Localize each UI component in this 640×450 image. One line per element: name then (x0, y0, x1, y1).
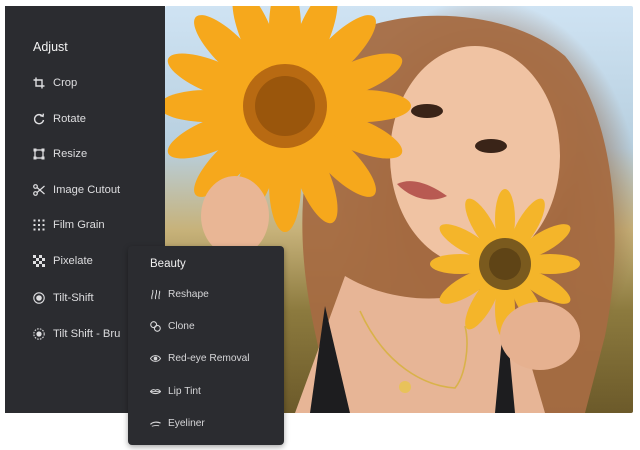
pixelate-icon (33, 255, 45, 267)
scissors-icon (33, 184, 45, 196)
tilt-shift-icon (33, 292, 45, 304)
beauty-panel: Beauty Reshape Clone Red-eye Removal Lip… (128, 246, 284, 445)
adjust-title: Adjust (33, 40, 68, 54)
eye-icon (150, 354, 161, 362)
tool-tilt-shift[interactable]: Tilt-Shift (33, 288, 94, 308)
tool-image-cutout[interactable]: Image Cutout (33, 180, 120, 200)
tool-reshape[interactable]: Reshape (150, 285, 209, 303)
tool-label: Clone (168, 320, 195, 332)
tool-eyeliner[interactable]: Eyeliner (150, 414, 205, 432)
beauty-title: Beauty (150, 258, 186, 270)
grain-icon (33, 219, 45, 231)
tool-label: Red-eye Removal (168, 352, 250, 364)
tool-pixelate[interactable]: Pixelate (33, 251, 93, 271)
reshape-icon (151, 289, 161, 299)
tool-film-grain[interactable]: Film Grain (33, 215, 105, 235)
tool-label: Rotate (53, 113, 86, 125)
tool-label: Pixelate (53, 255, 93, 267)
tool-label: Tilt-Shift (53, 292, 94, 304)
tool-red-eye-removal[interactable]: Red-eye Removal (150, 349, 250, 367)
tilt-shift-brush-icon (33, 328, 45, 340)
tool-resize[interactable]: Resize (33, 144, 87, 164)
lips-icon (150, 388, 161, 394)
tool-label: Lip Tint (168, 385, 201, 397)
rotate-icon (33, 113, 45, 125)
tool-lip-tint[interactable]: Lip Tint (150, 382, 201, 400)
tool-label: Tilt Shift - Bru (53, 328, 121, 340)
tool-clone[interactable]: Clone (150, 317, 195, 335)
tool-label: Film Grain (53, 219, 105, 231)
eyeliner-icon (150, 421, 161, 427)
crop-icon (33, 77, 45, 89)
tool-crop[interactable]: Crop (33, 73, 77, 93)
tool-label: Resize (53, 148, 88, 160)
clone-icon (150, 320, 161, 332)
tool-tilt-shift-brush[interactable]: Tilt Shift - Bru (33, 324, 120, 344)
tool-label: Crop (53, 77, 78, 89)
tool-rotate[interactable]: Rotate (33, 109, 86, 129)
tool-label: Eyeliner (168, 417, 205, 429)
tool-label: Reshape (168, 288, 209, 300)
resize-icon (33, 148, 45, 160)
tool-label: Image Cutout (53, 184, 121, 196)
